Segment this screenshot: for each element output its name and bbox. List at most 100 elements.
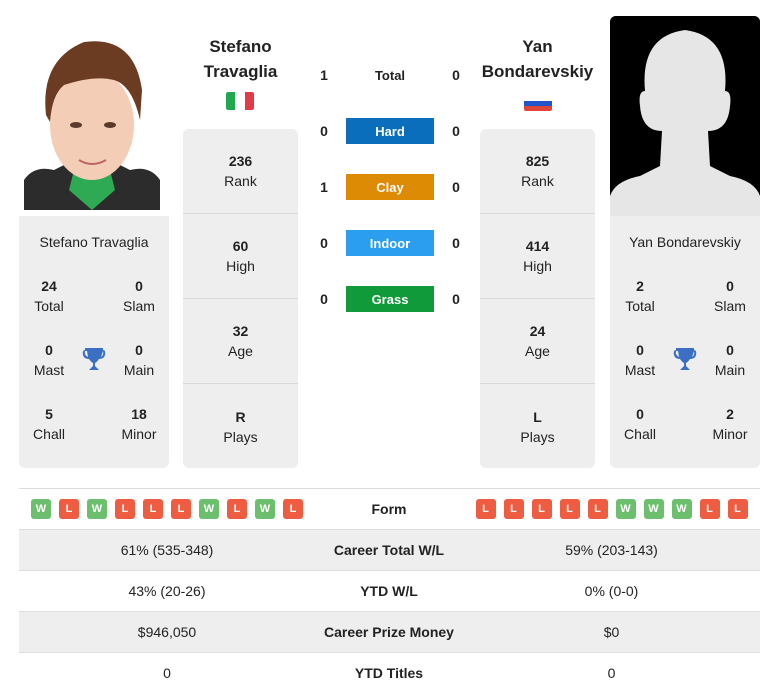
right-value: 59% (203-143) (565, 542, 658, 558)
form-win-badge[interactable]: W (31, 499, 51, 519)
stat-high: 414 High (480, 214, 595, 299)
titles-mast: 0 Mast (19, 340, 79, 380)
form-win-badge[interactable]: W (87, 499, 107, 519)
label: Minor (712, 426, 748, 442)
value: 0 (135, 342, 143, 358)
comparison-table: WLWLLLWLWL Form LLLLLWWWLL 61% (535-348)… (19, 488, 760, 693)
label: Mast (624, 362, 656, 378)
form-win-badge[interactable]: W (615, 499, 636, 519)
last-name: Travaglia (203, 62, 278, 81)
player-name-right[interactable]: Yan Bondarevskiy (470, 34, 605, 84)
player-photo-right (610, 16, 760, 216)
stats-card-left: 236 Rank 60 High 32 Age R Plays (183, 129, 298, 468)
form-win-badge[interactable]: W (643, 499, 664, 519)
left-value: $946,050 (137, 624, 197, 640)
titles-chall: 5 Chall (19, 404, 79, 444)
h2h-left-count: 0 (320, 291, 328, 307)
stat-plays: L Plays (480, 384, 595, 469)
form-loss-badge[interactable]: L (143, 499, 163, 519)
value: 825 (525, 153, 550, 169)
form-win-badge[interactable]: W (255, 499, 275, 519)
player-name-left[interactable]: Stefano Travaglia (183, 34, 298, 84)
right-value: 0 (607, 665, 616, 681)
row-label: Career Total W/L (333, 542, 445, 558)
titles-slam: 0 Slam (700, 276, 760, 316)
form-loss-badge[interactable]: L (283, 499, 303, 519)
form-badges-right: LLLLLWWWLL (463, 499, 760, 519)
value: L (533, 408, 542, 425)
titles-main: 0 Main (109, 340, 169, 380)
table-row: 0 YTD Titles 0 (19, 652, 760, 693)
left-value: 61% (535-348) (120, 542, 214, 558)
form-win-badge[interactable]: W (671, 499, 692, 519)
h2h-surface-indoor[interactable]: Indoor (346, 230, 434, 256)
label: Plays (223, 428, 258, 445)
form-loss-badge[interactable]: L (699, 499, 720, 519)
label: Total (34, 298, 64, 314)
label: Minor (121, 426, 157, 442)
label: Chall (33, 426, 65, 442)
form-left: WLWLLLWLWL (19, 499, 315, 519)
titles-slam: 0 Slam (109, 276, 169, 316)
form-loss-badge[interactable]: L (475, 499, 496, 519)
form-loss-badge[interactable]: L (559, 499, 580, 519)
stat-rank: 825 Rank (480, 129, 595, 214)
titles-total: 24 Total (19, 276, 79, 316)
form-loss-badge[interactable]: L (59, 499, 79, 519)
label: Main (714, 362, 746, 378)
row-label: Form (371, 501, 407, 517)
row-label: YTD Titles (354, 665, 424, 681)
h2h-surface-clay[interactable]: Clay (346, 174, 434, 200)
h2h-right-count: 0 (452, 235, 460, 251)
h2h-row-total: 1 Total 0 (305, 62, 475, 88)
label: Rank (224, 173, 257, 189)
stat-age: 32 Age (183, 299, 298, 384)
stat-age: 24 Age (480, 299, 595, 384)
form-loss-badge[interactable]: L (171, 499, 191, 519)
label: Main (123, 362, 155, 378)
label: Age (525, 343, 550, 359)
value: 0 (135, 278, 143, 294)
h2h-surface-hard[interactable]: Hard (346, 118, 434, 144)
value: 2 (726, 406, 734, 422)
first-name: Yan (522, 37, 553, 56)
h2h-left-count: 1 (320, 67, 328, 83)
value: 0 (636, 342, 644, 358)
titles-minor: 2 Minor (700, 404, 760, 444)
label: High (523, 258, 552, 274)
russia-flag-icon (524, 96, 552, 111)
h2h-surface-grass[interactable]: Grass (346, 286, 434, 312)
titles-mast: 0 Mast (610, 340, 670, 380)
form-win-badge[interactable]: W (199, 499, 219, 519)
titles-card-left: Stefano Travaglia 24 Total 0 Slam 0 Mast… (19, 216, 169, 468)
form-loss-badge[interactable]: L (227, 499, 247, 519)
value: 0 (45, 342, 53, 358)
titles-card-right: Yan Bondarevskiy 2 Total 0 Slam 0 Mast 0… (610, 216, 760, 468)
form-loss-badge[interactable]: L (727, 499, 748, 519)
value: 0 (726, 278, 734, 294)
table-row: $946,050 Career Prize Money $0 (19, 611, 760, 652)
h2h-right-count: 0 (452, 67, 460, 83)
right-value: $0 (603, 624, 620, 640)
first-name: Stefano (209, 37, 272, 56)
titles-minor: 18 Minor (109, 404, 169, 444)
stat-plays: R Plays (183, 384, 298, 469)
stat-high: 60 High (183, 214, 298, 299)
trophy-icon (82, 346, 106, 372)
form-loss-badge[interactable]: L (503, 499, 524, 519)
player-full-name: Yan Bondarevskiy (629, 234, 741, 250)
form-loss-badge[interactable]: L (531, 499, 552, 519)
italy-flag-icon (226, 92, 254, 110)
h2h-row-indoor: 0 Indoor 0 (305, 230, 475, 256)
value: 32 (232, 323, 249, 339)
h2h-row-hard: 0 Hard 0 (305, 118, 475, 144)
form-loss-badge[interactable]: L (587, 499, 608, 519)
left-value: 0 (163, 665, 171, 681)
titles-total: 2 Total (610, 276, 670, 316)
h2h-right-count: 0 (452, 291, 460, 307)
value: 414 (525, 238, 550, 254)
h2h-right-count: 0 (452, 179, 460, 195)
label: Slam (714, 298, 746, 314)
h2h-row-clay: 1 Clay 0 (305, 174, 475, 200)
form-loss-badge[interactable]: L (115, 499, 135, 519)
